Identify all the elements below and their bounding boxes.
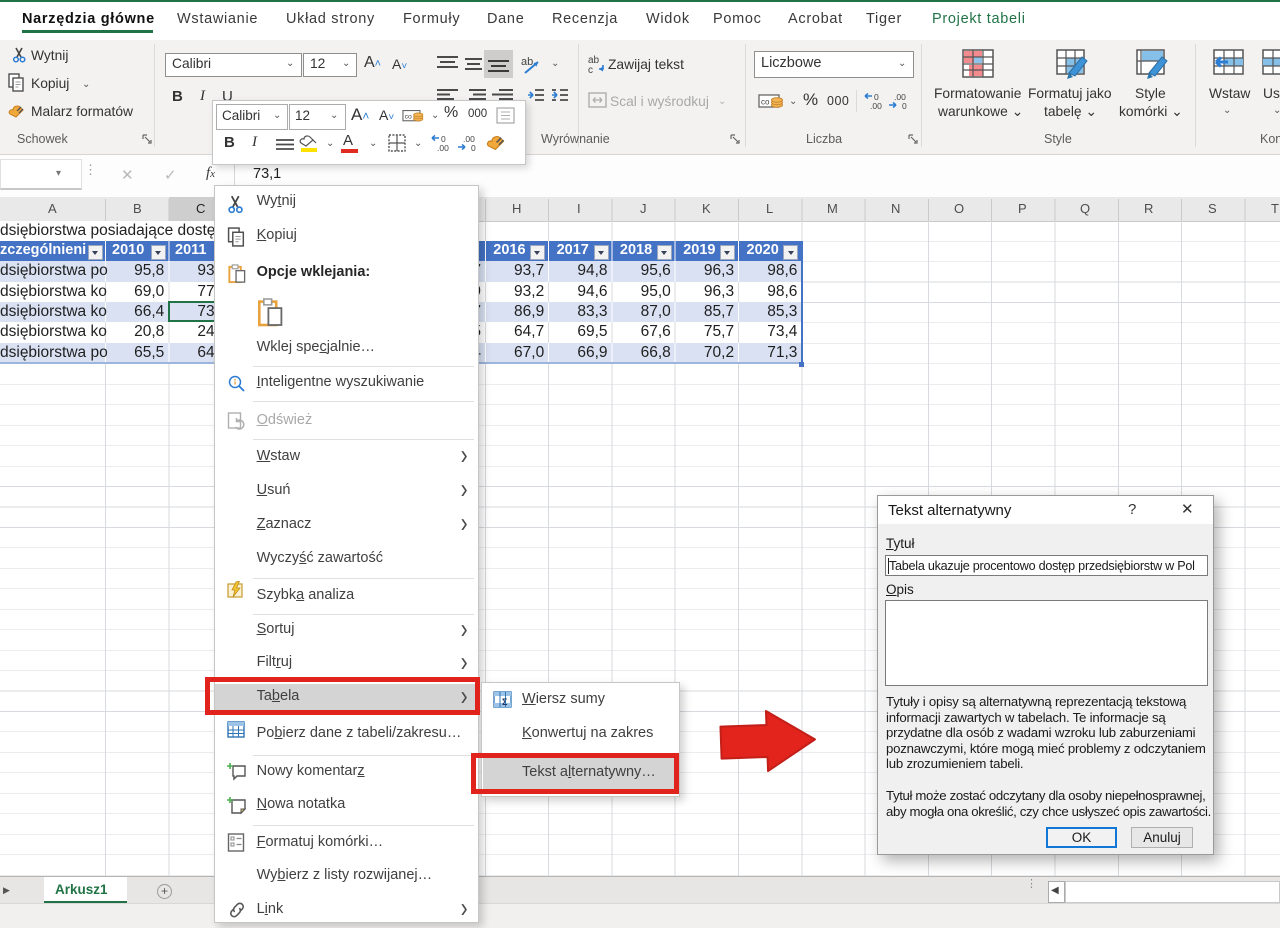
svg-text:co: co (405, 113, 412, 120)
svg-text:c: c (588, 65, 593, 75)
svg-text:.00: .00 (437, 143, 449, 152)
svg-text:ab: ab (521, 56, 533, 68)
svg-text:0: 0 (902, 101, 907, 110)
svg-text:0: 0 (471, 143, 476, 152)
svg-text:Σ: Σ (502, 697, 508, 707)
svg-text:co: co (761, 98, 770, 107)
svg-text:.00: .00 (870, 101, 882, 110)
